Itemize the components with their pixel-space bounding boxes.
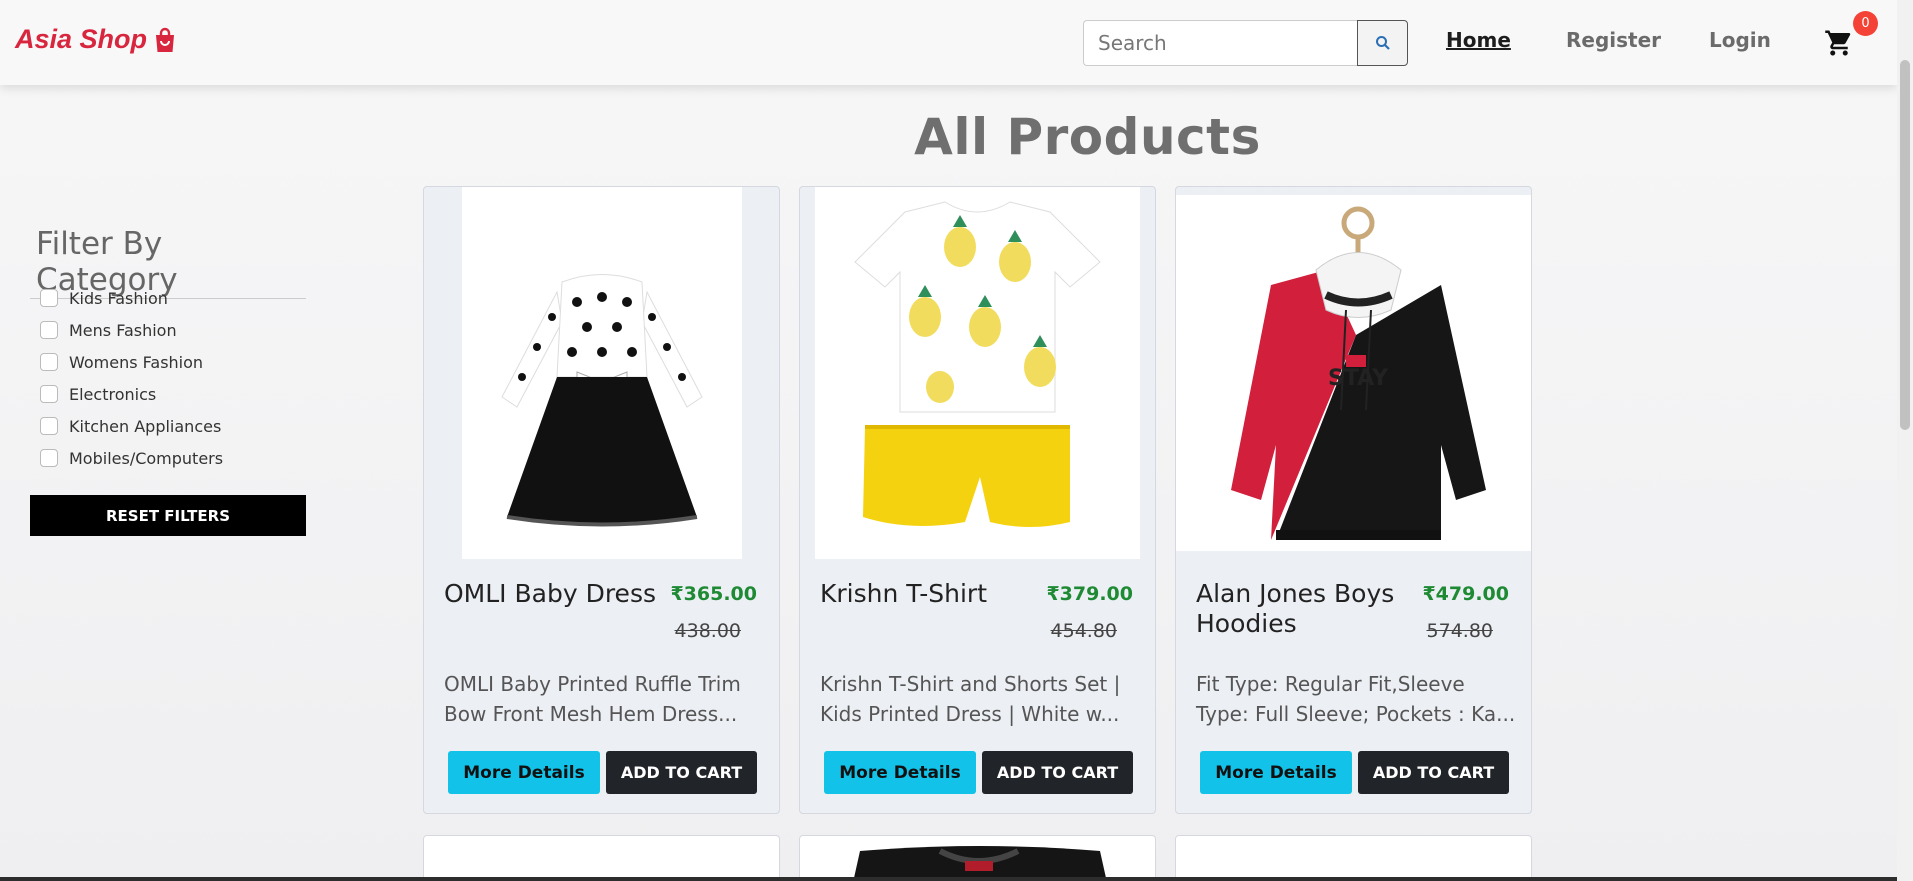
brand-name: Asia Shop <box>15 24 148 54</box>
product-card-peek <box>1175 835 1532 881</box>
more-details-button[interactable]: More Details <box>448 751 600 794</box>
add-to-cart-button[interactable]: ADD TO CART <box>1358 751 1509 794</box>
category-filter-list: Kids Fashion Mens Fashion Womens Fashion… <box>40 282 223 474</box>
bottom-divider <box>0 877 1897 881</box>
more-details-button[interactable]: More Details <box>824 751 976 794</box>
search-bar <box>1083 20 1408 66</box>
product-image[interactable] <box>815 187 1140 559</box>
more-details-button[interactable]: More Details <box>1200 751 1352 794</box>
product-card: OMLI Baby Dress ₹365.00 438.00 OMLI Baby… <box>423 186 780 814</box>
product-card: STAY Alan Jones Boys Hoodies ₹479.00 574… <box>1175 186 1532 814</box>
product-image[interactable] <box>462 187 742 559</box>
category-filter-item[interactable]: Kitchen Appliances <box>40 410 223 442</box>
product-name[interactable]: Krishn T-Shirt <box>820 579 1040 609</box>
category-filter-item[interactable]: Electronics <box>40 378 223 410</box>
category-filter-item[interactable]: Mens Fashion <box>40 314 223 346</box>
checkbox[interactable] <box>40 321 58 339</box>
nav-home-link[interactable]: Home <box>1446 28 1511 52</box>
checkbox[interactable] <box>40 417 58 435</box>
category-label: Mobiles/Computers <box>69 448 224 468</box>
product-description: OMLI Baby Printed Ruffle Trim Bow Front … <box>444 672 741 726</box>
product-description: Krishn T-Shirt and Shorts Set | Kids Pri… <box>820 672 1121 726</box>
product-name[interactable]: Alan Jones Boys Hoodies <box>1196 579 1416 639</box>
checkbox[interactable] <box>40 353 58 371</box>
hoodie-image: STAY <box>1231 206 1486 540</box>
add-to-cart-button[interactable]: ADD TO CART <box>606 751 757 794</box>
page-title: All Products <box>914 108 1261 166</box>
cart-count-badge: 0 <box>1853 11 1878 36</box>
product-old-price: 454.80 <box>1050 620 1117 642</box>
product-old-price: 574.80 <box>1426 620 1493 642</box>
product-card-peek <box>799 835 1156 881</box>
search-button[interactable] <box>1357 20 1408 66</box>
category-label: Kids Fashion <box>69 288 168 308</box>
checkbox[interactable] <box>40 385 58 403</box>
reset-filters-button[interactable]: RESET FILTERS <box>30 495 306 536</box>
product-name[interactable]: OMLI Baby Dress <box>444 579 664 609</box>
product-price: ₹479.00 <box>1422 583 1509 605</box>
product-card-peek <box>423 835 780 881</box>
baby-dress-image <box>501 274 703 527</box>
checkbox[interactable] <box>40 449 58 467</box>
search-input[interactable] <box>1083 20 1357 66</box>
category-label: Womens Fashion <box>69 352 204 372</box>
shopping-bag-icon <box>156 27 175 52</box>
brand-logo[interactable]: Asia Shop <box>15 24 177 55</box>
category-filter-item[interactable]: Womens Fashion <box>40 346 223 378</box>
add-to-cart-button[interactable]: ADD TO CART <box>982 751 1133 794</box>
checkbox[interactable] <box>40 289 58 307</box>
product-description: Fit Type: Regular Fit,Sleeve Type: Full … <box>1196 672 1516 726</box>
category-filter-item[interactable]: Kids Fashion <box>40 282 223 314</box>
product-price: ₹379.00 <box>1046 583 1133 605</box>
product-old-price: 438.00 <box>674 620 741 642</box>
cart-icon[interactable] <box>1822 28 1856 58</box>
product-card: Krishn T-Shirt ₹379.00 454.80 Krishn T-S… <box>799 186 1156 814</box>
navbar: Asia Shop Home Register Login 0 <box>0 0 1897 85</box>
search-icon <box>1375 36 1390 50</box>
nav-register-link[interactable]: Register <box>1566 28 1661 52</box>
product-price: ₹365.00 <box>670 583 757 605</box>
category-label: Electronics <box>69 384 157 404</box>
tshirt-image <box>853 846 1107 881</box>
category-filter-item[interactable]: Mobiles/Computers <box>40 442 223 474</box>
product-image[interactable]: STAY <box>1176 195 1531 551</box>
tshirt-shorts-image <box>854 201 1101 527</box>
nav-login-link[interactable]: Login <box>1709 28 1771 52</box>
category-label: Mens Fashion <box>69 320 177 340</box>
category-label: Kitchen Appliances <box>69 416 222 436</box>
svg-text:STAY: STAY <box>1328 366 1389 391</box>
